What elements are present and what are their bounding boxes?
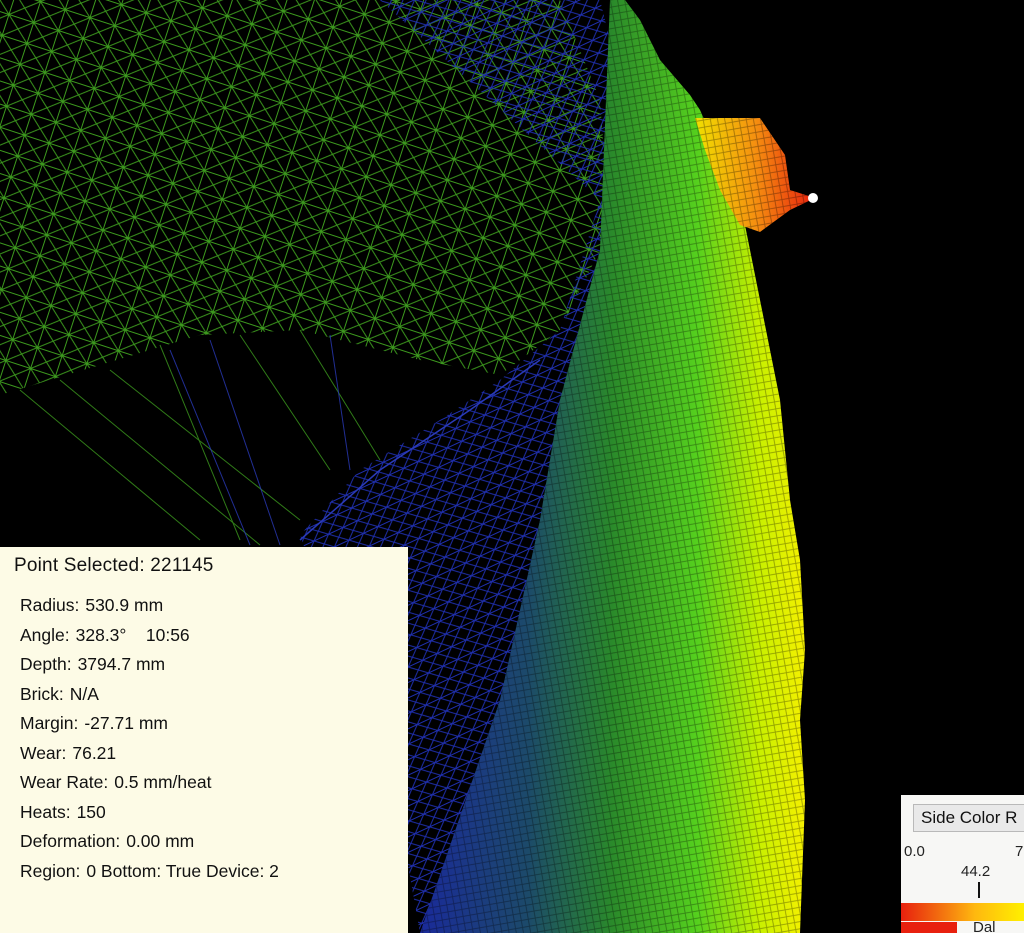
deformation-row: Deformation: 0.00 mm (20, 831, 195, 851)
side-color-range-panel: Side Color R 0.0 7 44.2 Dal (901, 795, 1024, 933)
selected-point-marker (808, 193, 818, 203)
region-row: Region: 0 Bottom: True Device: 2 (20, 860, 279, 881)
color-legend-swatch (901, 922, 957, 933)
brick-row: Brick: N/A (20, 683, 99, 704)
color-legend-label: Dal (973, 919, 996, 933)
depth-row: Depth: 3794.7 mm (20, 654, 166, 674)
color-marker-value: 44.2 (961, 863, 991, 880)
radius-row: Radius: 530.9 mm (20, 595, 164, 615)
color-range-max: 7 (1015, 843, 1024, 860)
point-selected-title: Point Selected: 221145 (14, 555, 214, 576)
angle-row: Angle: 328.3° 10:56 (20, 624, 190, 645)
heats-row: Heats: 150 (20, 801, 106, 822)
wear-row: Wear: 76.21 (20, 742, 117, 763)
side-color-range-button[interactable]: Side Color R (913, 804, 1024, 832)
color-range-min: 0.0 (904, 843, 925, 860)
wear-rate-row: Wear Rate: 0.5 mm/heat (20, 772, 212, 792)
margin-row: Margin: -27.71 mm (20, 713, 168, 733)
point-info-panel: Point Selected: 221145 Radius: 530.9 mm A… (0, 547, 408, 933)
color-marker-tick[interactable] (978, 882, 980, 898)
color-gradient-bar (901, 903, 1024, 921)
